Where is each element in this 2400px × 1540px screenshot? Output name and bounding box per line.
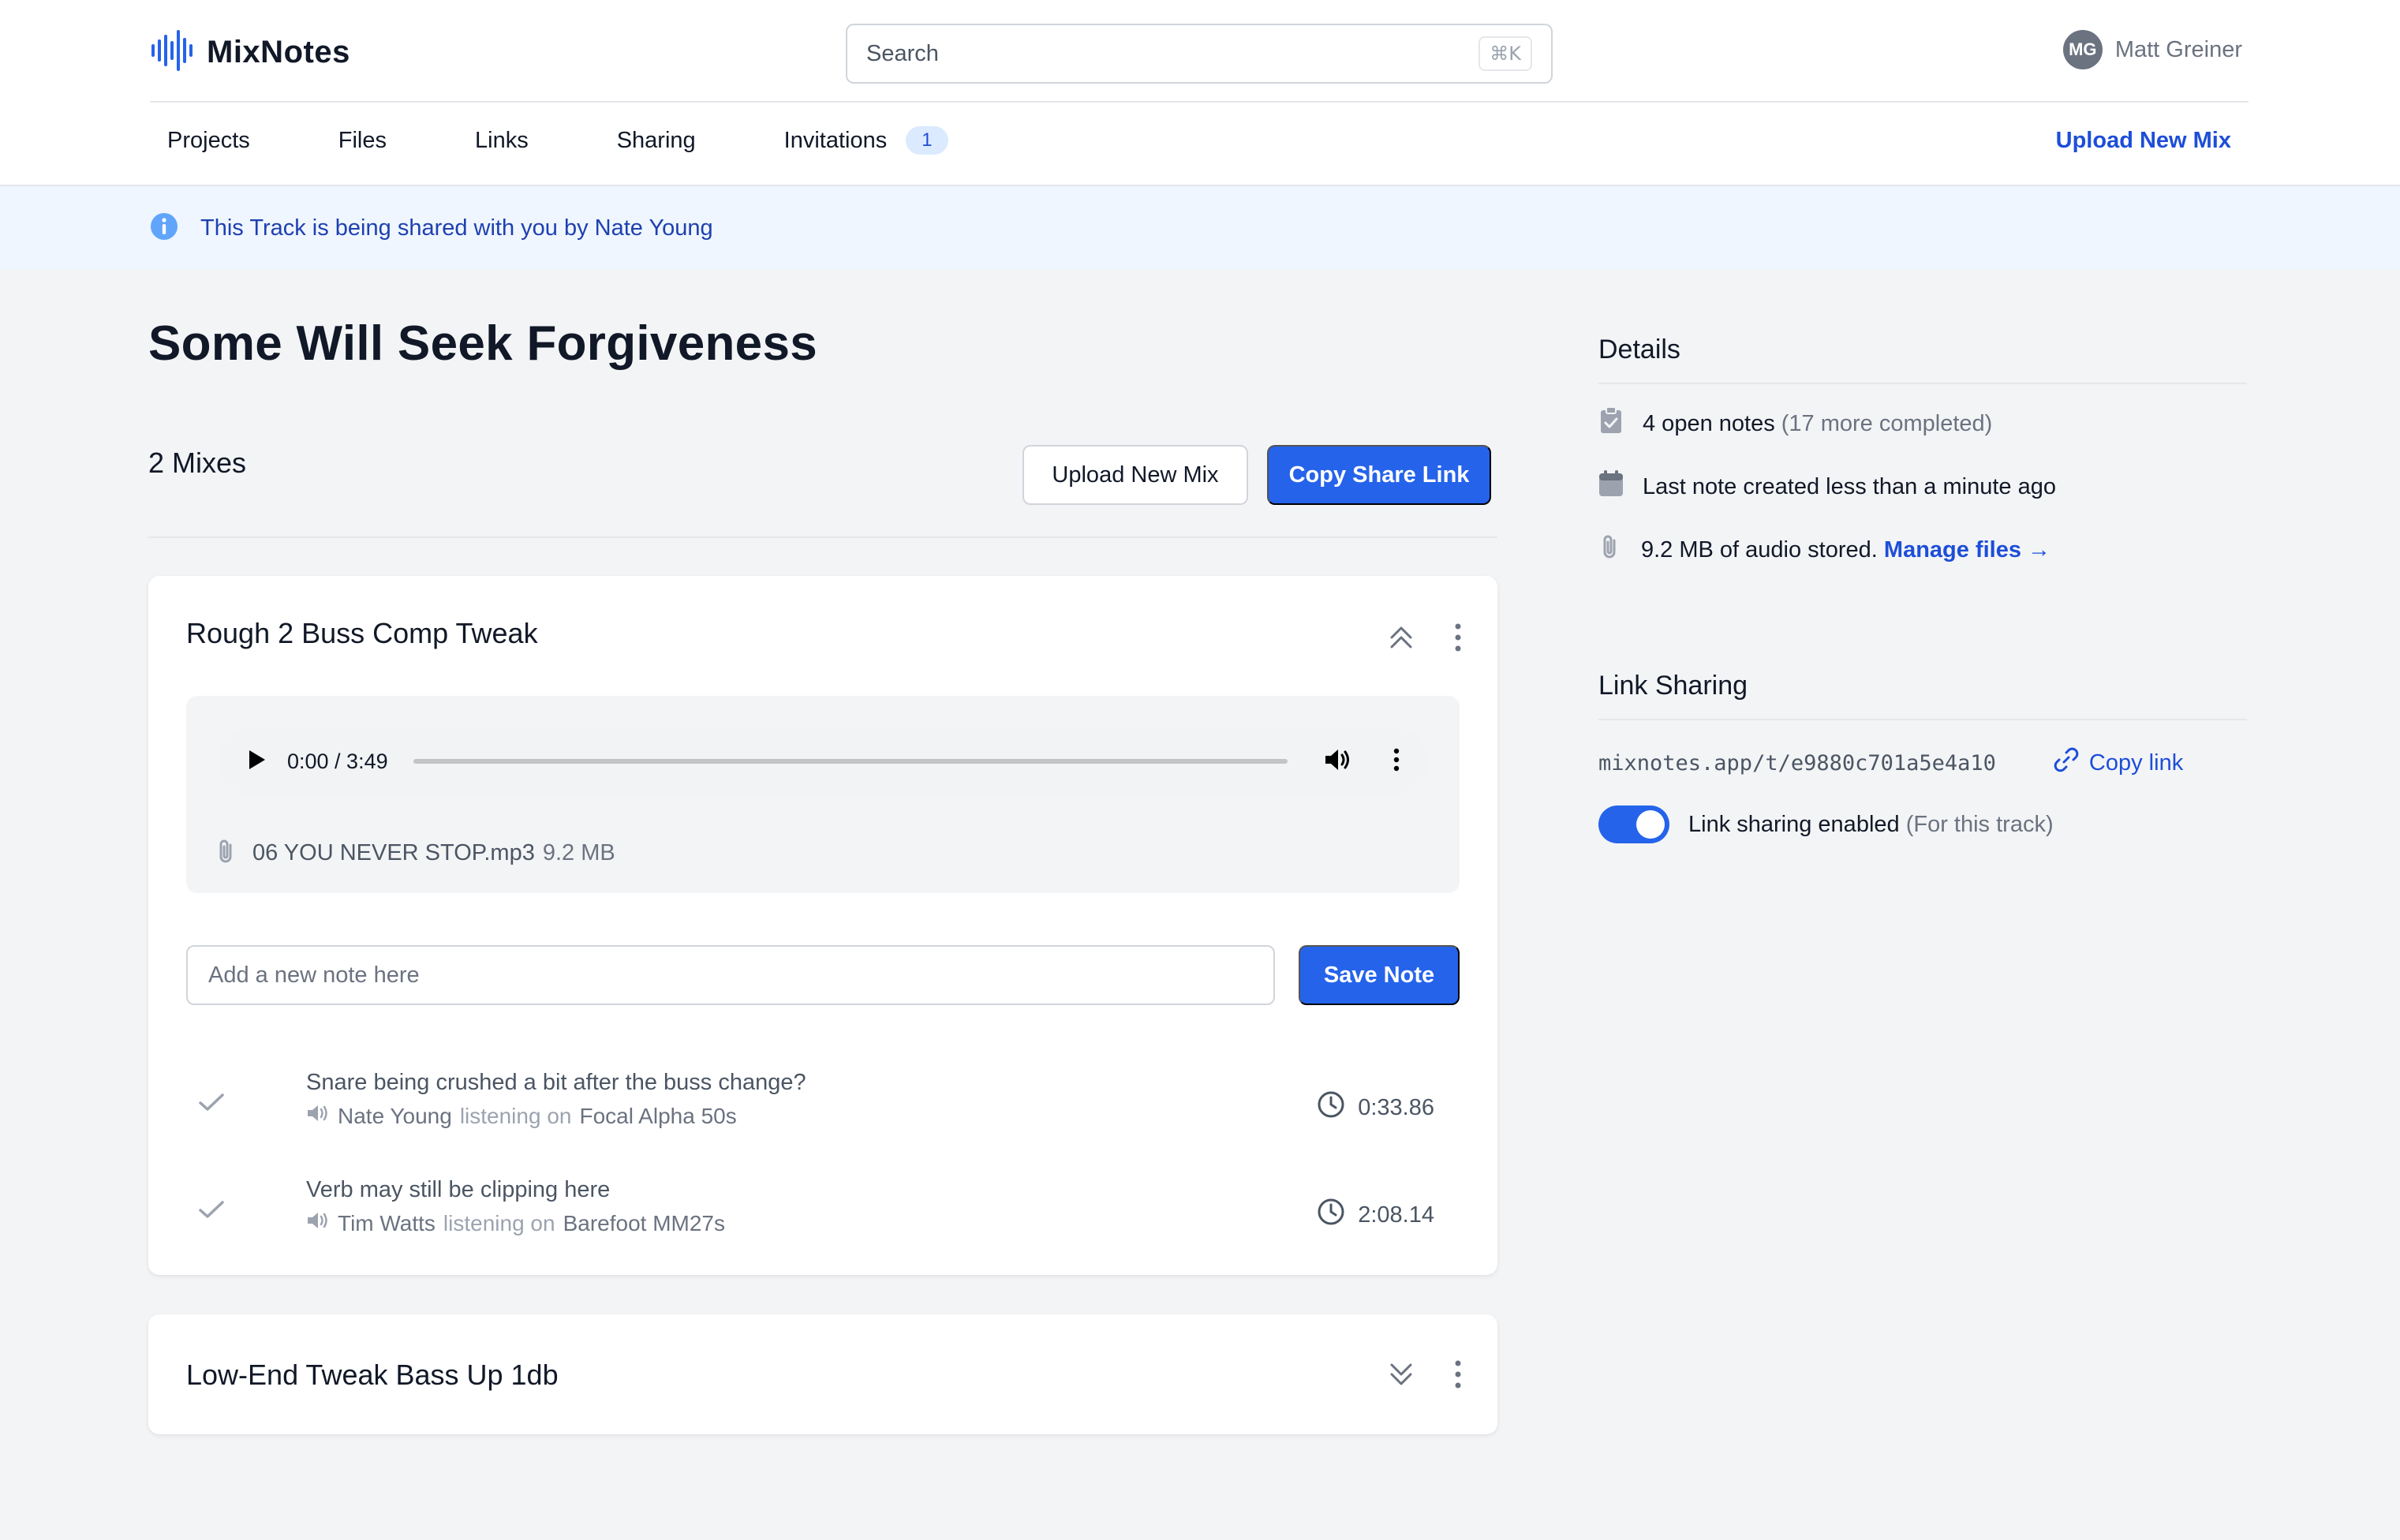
new-note-placeholder: Add a new note here: [208, 962, 420, 988]
playback-time: 0:00 / 3:49: [287, 749, 388, 773]
note-meta: Tim Watts listening on Barefoot MM27s: [306, 1210, 725, 1236]
nav-upload-new-mix-link[interactable]: Upload New Mix: [2056, 128, 2231, 154]
app-logo[interactable]: MixNotes: [150, 28, 350, 77]
mix-title: Low-End Tweak Bass Up 1db: [186, 1359, 559, 1391]
link-icon: [2053, 746, 2080, 779]
nav-item-invitations[interactable]: Invitations 1: [784, 126, 948, 155]
note-timestamp-value: 2:08.14: [1358, 1202, 1434, 1228]
upload-new-mix-button[interactable]: Upload New Mix: [1022, 445, 1248, 505]
new-note-input[interactable]: Add a new note here: [186, 945, 1275, 1005]
last-note-text: Last note created less than a minute ago: [1643, 473, 2056, 499]
share-url-row: mixnotes.app/t/e9880c701a5e4a10 Copy lin…: [1598, 747, 2247, 779]
clipboard-check-icon: [1598, 406, 1624, 441]
audio-player: 0:00 / 3:49: [218, 727, 1428, 795]
play-icon[interactable]: [245, 748, 267, 776]
nav-item-sharing[interactable]: Sharing: [617, 128, 696, 154]
note-text: Snare being crushed a bit after the buss…: [306, 1070, 806, 1095]
nav-item-files[interactable]: Files: [338, 128, 387, 154]
save-note-button[interactable]: Save Note: [1299, 945, 1460, 1005]
toggle-label: Link sharing enabled: [1688, 811, 1900, 837]
invitations-count-badge: 1: [906, 126, 948, 155]
note-text: Verb may still be clipping here: [306, 1177, 611, 1202]
note-listening-label: listening on: [443, 1210, 555, 1235]
attached-file: 06 YOU NEVER STOP.mp3 9.2 MB: [215, 838, 615, 869]
note-listening-label: listening on: [459, 1103, 572, 1128]
open-notes-count: 4 open notes: [1643, 410, 1775, 436]
calendar-icon: [1598, 470, 1624, 503]
check-icon[interactable]: [197, 1090, 226, 1118]
player-more-icon[interactable]: [1392, 747, 1401, 776]
note-timestamp[interactable]: 0:33.86: [1317, 1090, 1434, 1125]
link-sharing-divider: [1598, 719, 2247, 720]
top-bar: MixNotes Search ⌘K MG Matt Greiner Proje…: [0, 0, 2400, 186]
mix-card: Low-End Tweak Bass Up 1db: [148, 1314, 1497, 1434]
detail-storage: 9.2 MB of audio stored. Manage files →: [1598, 534, 2247, 566]
link-sharing-toggle-row: Link sharing enabled (For this track): [1598, 806, 2247, 843]
note-item: Verb may still be clipping here Tim Watt…: [186, 1177, 1460, 1256]
note-device: Focal Alpha 50s: [579, 1103, 737, 1128]
paperclip-icon: [215, 838, 238, 869]
nav-item-projects[interactable]: Projects: [167, 128, 250, 154]
details-panel: Details 4 open notes (17 more completed)…: [1598, 335, 2247, 566]
detail-open-notes: 4 open notes (17 more completed): [1598, 406, 2247, 441]
share-url[interactable]: mixnotes.app/t/e9880c701a5e4a10: [1598, 751, 1996, 776]
section-divider: [148, 536, 1497, 538]
more-vertical-icon[interactable]: [1442, 1359, 1474, 1390]
completed-notes-count: (17 more completed): [1781, 410, 1993, 436]
note-author: Tim Watts: [338, 1210, 436, 1235]
details-divider: [1598, 383, 2247, 384]
note-device: Barefoot MM27s: [563, 1210, 725, 1235]
main-nav: Projects Files Links Sharing Invitations…: [167, 126, 1037, 155]
info-icon: [150, 212, 178, 245]
page-title: Some Will Seek Forgiveness: [148, 316, 818, 371]
avatar: MG: [2062, 30, 2103, 69]
copy-link-button[interactable]: Copy link: [2053, 746, 2183, 779]
link-sharing-panel: Link Sharing mixnotes.app/t/e9880c701a5e…: [1598, 671, 2247, 843]
copy-link-label: Copy link: [2088, 749, 2184, 776]
note-timestamp[interactable]: 2:08.14: [1317, 1198, 1434, 1232]
mix-count: 2 Mixes: [148, 447, 247, 479]
audio-player-box: 0:00 / 3:49 06 YOU NEVER STOP.mp3 9.2 MB: [186, 696, 1460, 893]
clock-icon: [1317, 1198, 1345, 1232]
file-name[interactable]: 06 YOU NEVER STOP.mp3: [252, 840, 535, 866]
user-name: Matt Greiner: [2114, 36, 2242, 62]
speaker-icon: [306, 1210, 330, 1236]
details-title: Details: [1598, 335, 1680, 364]
speaker-icon: [306, 1103, 330, 1129]
chevrons-down-icon[interactable]: [1385, 1359, 1417, 1390]
search-shortcut: ⌘K: [1479, 36, 1532, 71]
manage-files-link[interactable]: Manage files →: [1884, 537, 2050, 563]
note-author: Nate Young: [338, 1103, 452, 1128]
banner-text: This Track is being shared with you by N…: [200, 215, 713, 241]
storage-text: 9.2 MB of audio stored.: [1641, 536, 1878, 563]
note-timestamp-value: 0:33.86: [1358, 1094, 1434, 1120]
volume-icon[interactable]: [1324, 747, 1352, 776]
paperclip-icon: [1598, 533, 1622, 566]
toggle-scope: (For this track): [1905, 811, 2054, 837]
chevrons-up-icon[interactable]: [1385, 622, 1417, 653]
shared-track-banner: This Track is being shared with you by N…: [0, 186, 2400, 270]
toggle-knob: [1636, 810, 1665, 839]
link-sharing-toggle[interactable]: [1598, 806, 1669, 843]
file-size: 9.2 MB: [542, 840, 615, 865]
mix-title: Rough 2 Buss Comp Tweak: [186, 617, 538, 649]
link-sharing-title: Link Sharing: [1598, 671, 1748, 701]
nav-item-links[interactable]: Links: [475, 128, 529, 154]
clock-icon: [1317, 1090, 1345, 1125]
nav-item-invitations-label: Invitations: [783, 127, 888, 153]
check-icon[interactable]: [197, 1198, 226, 1225]
waveform-icon: [150, 28, 194, 77]
note-meta: Nate Young listening on Focal Alpha 50s: [306, 1103, 737, 1129]
note-item: Snare being crushed a bit after the buss…: [186, 1070, 1460, 1149]
user-menu[interactable]: MG Matt Greiner: [2062, 30, 2242, 69]
search-input[interactable]: Search ⌘K: [846, 24, 1553, 84]
mix-card: Rough 2 Buss Comp Tweak 0:00 / 3:49 06 Y…: [148, 576, 1497, 1275]
playback-progress-bar[interactable]: [413, 759, 1288, 764]
copy-share-link-button[interactable]: Copy Share Link: [1267, 445, 1491, 505]
more-vertical-icon[interactable]: [1442, 622, 1474, 653]
nav-divider: [150, 101, 2249, 103]
app-name: MixNotes: [207, 35, 350, 69]
detail-last-note: Last note created less than a minute ago: [1598, 470, 2247, 503]
search-placeholder: Search: [866, 40, 939, 66]
